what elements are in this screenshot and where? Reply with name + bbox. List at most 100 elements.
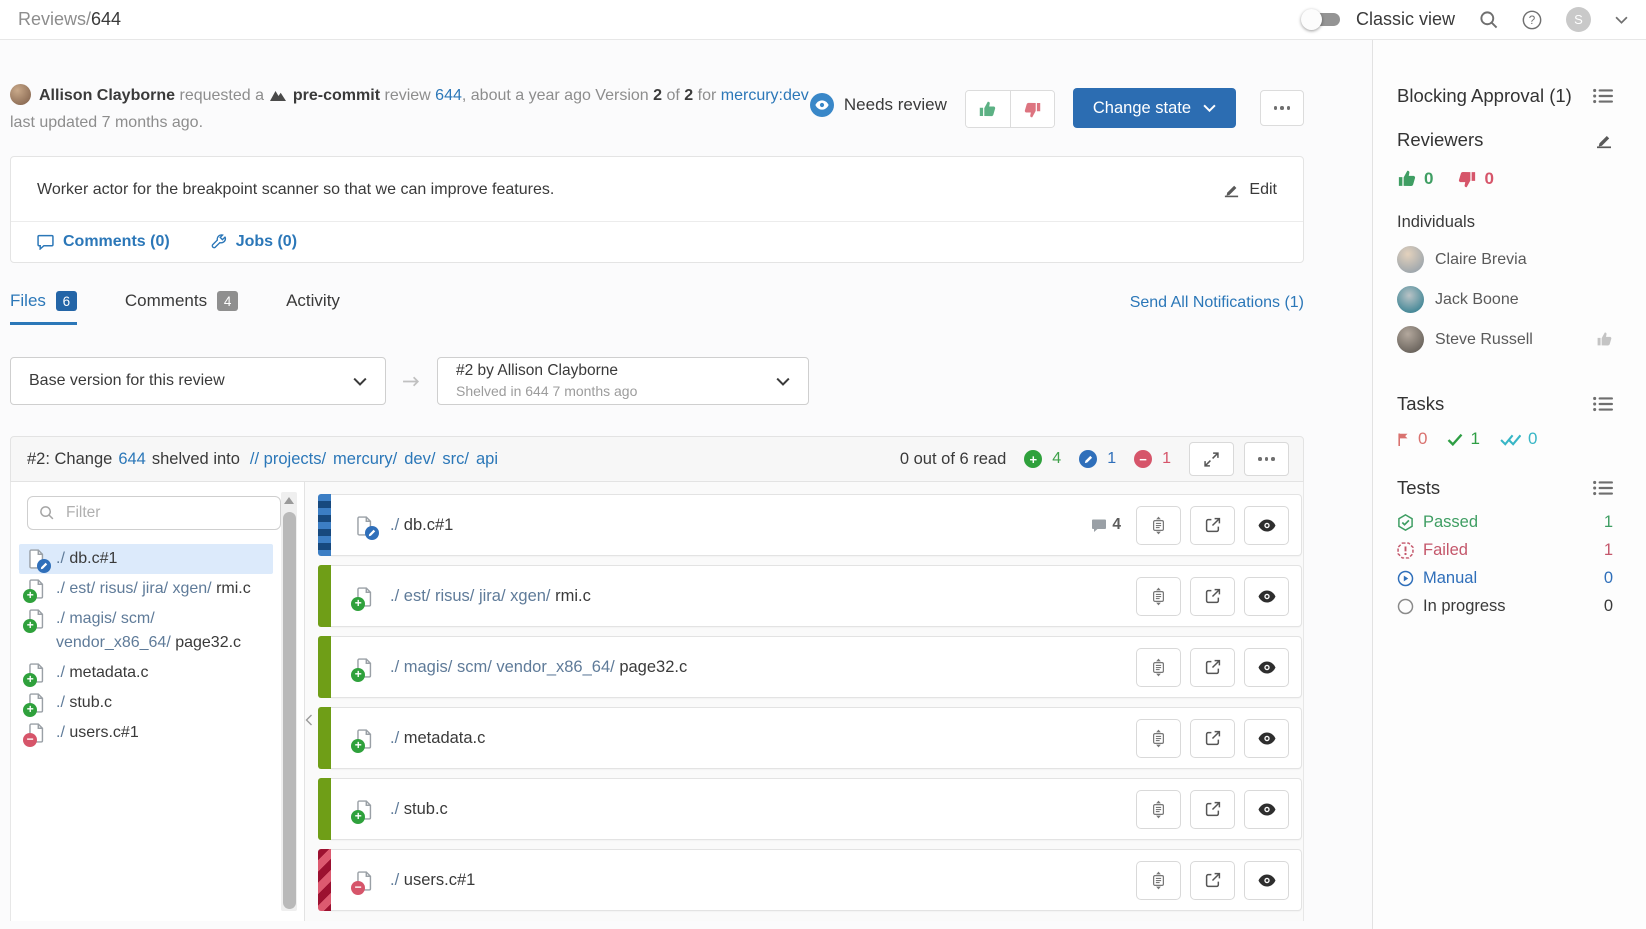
base-version-dropdown[interactable]: Base version for this review (10, 357, 386, 405)
file-card[interactable]: + ./ metadata.c (331, 707, 1302, 769)
collapse-tree-handle[interactable] (305, 714, 313, 726)
file-card[interactable]: + ./ magis/ scm/ vendor_x86_64/ page32.c (331, 636, 1302, 698)
tree-file-item[interactable]: + ./ metadata.c (19, 658, 273, 688)
up-vote-count: 0 (1424, 169, 1433, 189)
edit-description-link[interactable]: Edit (1223, 181, 1277, 199)
file-path: ./ db.c#1 (390, 516, 453, 535)
author-name[interactable]: Allison Clayborne (39, 87, 175, 104)
tree-file-item[interactable]: + ./ stub.c (19, 688, 273, 718)
test-status-count: 0 (1604, 569, 1613, 588)
review-type: pre-commit (293, 87, 380, 104)
file-icon: + (355, 657, 374, 679)
tree-file-item[interactable]: + ./ magis/ scm/ vendor_x86_64/ page32.c (19, 604, 273, 658)
tree-file-item[interactable]: − ./ users.c#1 (19, 718, 273, 748)
edit-reviewers-icon[interactable] (1595, 132, 1613, 149)
mark-read-button[interactable] (1244, 790, 1289, 829)
list-icon[interactable] (1593, 396, 1613, 412)
change-type-stripe (318, 778, 331, 840)
list-icon[interactable] (1593, 480, 1613, 496)
tree-file-item[interactable]: + ./ est/ risus/ jira/ xgen/ rmi.c (19, 574, 273, 604)
list-icon[interactable] (1593, 88, 1613, 104)
mark-read-button[interactable] (1244, 861, 1289, 900)
jobs-link[interactable]: Jobs (0) (210, 233, 297, 251)
change-state-label: Change state (1093, 99, 1191, 118)
fullscreen-button[interactable] (1189, 442, 1234, 476)
diff-view-button[interactable] (1136, 719, 1181, 758)
test-status-row[interactable]: Manual 0 (1397, 569, 1613, 588)
reviewer-row[interactable]: Claire Brevia (1397, 246, 1613, 273)
open-file-button[interactable] (1190, 577, 1235, 616)
file-row: + ./ stub.c (318, 778, 1302, 840)
change-state-button[interactable]: Change state (1073, 88, 1236, 128)
tree-file-item[interactable]: ./ db.c#1 (19, 544, 273, 574)
change-type-badge: + (23, 619, 37, 633)
files-count-badge: 6 (56, 291, 77, 311)
reviewer-vote-counts: 0 0 (1397, 169, 1613, 189)
open-file-button[interactable] (1190, 719, 1235, 758)
comments-link[interactable]: Comments (0) (37, 233, 170, 251)
file-card[interactable]: + ./ est/ risus/ jira/ xgen/ rmi.c (331, 565, 1302, 627)
tree-filter-input[interactable] (27, 496, 281, 530)
file-card[interactable]: − ./ users.c#1 (331, 849, 1302, 911)
comment-icon (37, 234, 54, 250)
classic-view-toggle[interactable] (1304, 13, 1340, 26)
search-icon[interactable] (1479, 10, 1498, 29)
branch-link[interactable]: mercury:dev (721, 87, 809, 104)
test-status-row[interactable]: In progress 0 (1397, 597, 1613, 616)
reviewer-row[interactable]: Jack Boone (1397, 286, 1613, 313)
blocking-approval-title: Blocking Approval (1) (1397, 85, 1572, 107)
scroll-up-arrow-icon[interactable] (284, 497, 294, 504)
file-row: − ./ users.c#1 (318, 849, 1302, 911)
test-status-label: In progress (1423, 597, 1506, 616)
diff-view-button[interactable] (1136, 790, 1181, 829)
open-file-button[interactable] (1190, 648, 1235, 687)
change-type-stripe (318, 636, 331, 698)
account-menu-chevron-icon[interactable] (1615, 16, 1628, 24)
tab-comments[interactable]: Comments4 (125, 291, 238, 325)
send-notifications-link[interactable]: Send All Notifications (1) (1130, 291, 1304, 312)
file-row: + ./ magis/ scm/ vendor_x86_64/ page32.c (318, 636, 1302, 698)
file-icon: + (355, 728, 374, 750)
reviewer-name: Claire Brevia (1435, 251, 1527, 269)
depot-path-breadcrumb[interactable]: // projects/mercury/dev/src/api (250, 450, 498, 469)
review-more-button[interactable] (1260, 90, 1304, 126)
mark-read-button[interactable] (1244, 506, 1289, 545)
open-file-button[interactable] (1190, 506, 1235, 545)
diff-view-button[interactable] (1136, 861, 1181, 900)
test-status-icon (1397, 570, 1414, 587)
version-arrow-icon (402, 375, 421, 388)
open-file-button[interactable] (1190, 861, 1235, 900)
open-file-button[interactable] (1190, 790, 1235, 829)
diff-view-button[interactable] (1136, 648, 1181, 687)
user-avatar[interactable]: S (1566, 7, 1591, 32)
help-icon[interactable]: ? (1522, 10, 1542, 30)
vote-buttons (965, 90, 1055, 128)
file-card[interactable]: + ./ stub.c (331, 778, 1302, 840)
scrollbar-thumb[interactable] (283, 512, 296, 909)
diff-view-button[interactable] (1136, 506, 1181, 545)
change-id-link[interactable]: 644 (118, 450, 146, 469)
thumbs-down-button[interactable] (1010, 91, 1054, 127)
tab-files[interactable]: Files6 (10, 291, 77, 325)
thumbs-up-button[interactable] (966, 91, 1010, 127)
review-word: review (384, 87, 430, 104)
mark-read-button[interactable] (1244, 577, 1289, 616)
mark-read-button[interactable] (1244, 719, 1289, 758)
diff-view-button[interactable] (1136, 577, 1181, 616)
test-status-row[interactable]: Failed 1 (1397, 541, 1613, 560)
check-icon (1447, 433, 1463, 446)
reviewer-row[interactable]: Steve Russell (1397, 326, 1613, 353)
target-version-dropdown[interactable]: #2 by Allison Clayborne Shelved in 644 7… (437, 357, 809, 405)
mark-read-button[interactable] (1244, 648, 1289, 687)
tree-scrollbar[interactable] (281, 492, 297, 911)
chevron-down-icon (353, 377, 367, 386)
verified-task-count: 0 (1528, 429, 1537, 449)
file-card[interactable]: ./ db.c#1 4 (331, 494, 1302, 556)
review-id-link[interactable]: 644 (435, 87, 462, 104)
flag-icon (1397, 432, 1411, 447)
panel-more-button[interactable] (1244, 442, 1289, 476)
breadcrumb-section[interactable]: Reviews/ (18, 9, 91, 29)
test-status-row[interactable]: Passed 1 (1397, 513, 1613, 532)
done-task-count: 1 (1470, 429, 1479, 449)
tab-activity[interactable]: Activity (286, 291, 340, 325)
